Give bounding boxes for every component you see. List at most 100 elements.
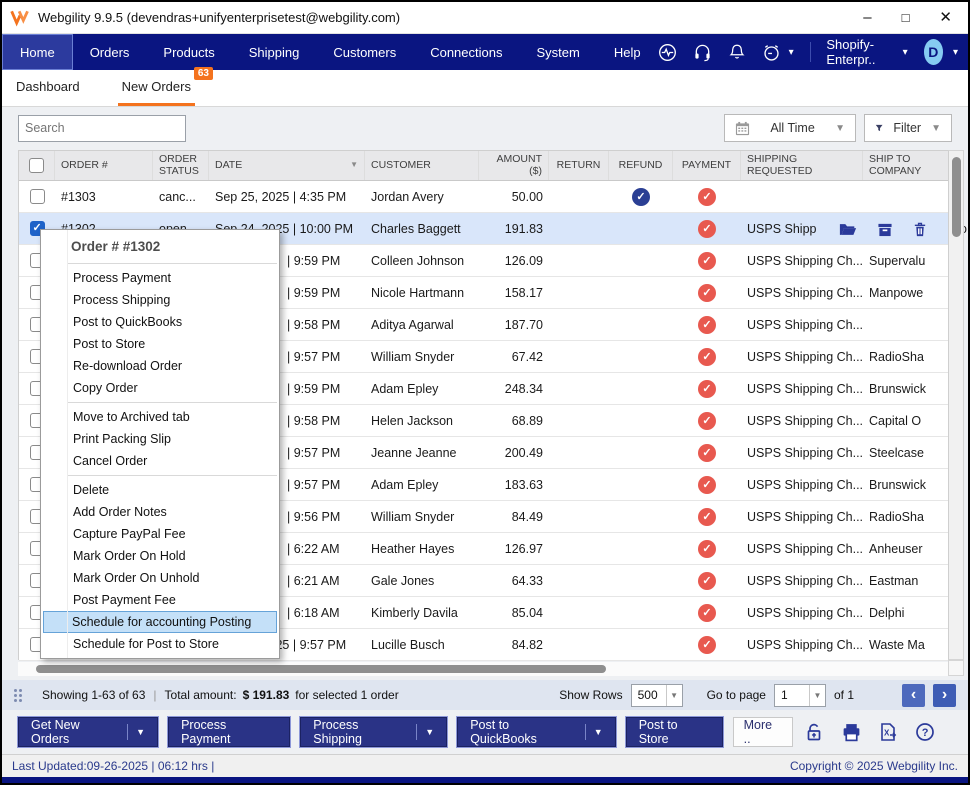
col-ship-to-company[interactable]: SHIP TO COMPANY	[863, 151, 949, 180]
nav-item-customers[interactable]: Customers	[316, 34, 413, 70]
archive-icon[interactable]	[877, 222, 893, 237]
return-cell	[549, 213, 609, 244]
return-cell	[549, 597, 609, 628]
nav-item-help[interactable]: Help	[597, 34, 658, 70]
context-menu-item[interactable]: Delete	[43, 479, 277, 501]
export-excel-icon[interactable]: X	[877, 721, 899, 743]
activity-icon[interactable]	[658, 42, 677, 62]
close-button[interactable]: ✕	[939, 10, 952, 25]
vertical-scrollbar-thumb[interactable]	[952, 157, 961, 237]
next-page-button[interactable]: ›	[933, 684, 956, 707]
payment-check-icon: ✓	[698, 220, 716, 238]
tab-dashboard[interactable]: Dashboard	[12, 79, 84, 106]
payment-check-icon: ✓	[698, 444, 716, 462]
refund-cell	[609, 469, 673, 500]
get-new-orders-button[interactable]: Get New Orders▼	[18, 717, 158, 747]
button-caret-icon[interactable]: ▼	[425, 727, 434, 737]
scheduler-caret-icon[interactable]: ▾	[789, 47, 794, 58]
maximize-button[interactable]: □	[902, 11, 910, 24]
context-menu-item[interactable]: Post to QuickBooks	[43, 311, 277, 333]
nav-item-home[interactable]: Home	[2, 34, 73, 70]
store-selector[interactable]: Shopify-Enterpr.. ▾	[826, 37, 907, 67]
col-amount[interactable]: AMOUNT ($)	[479, 151, 549, 180]
tab-new-orders[interactable]: New Orders 63	[118, 79, 195, 106]
process-payment-button[interactable]: Process Payment	[168, 717, 290, 747]
goto-page-select[interactable]: 1 ▼	[774, 684, 826, 707]
context-menu-item[interactable]: Mark Order On Hold	[43, 545, 277, 567]
horizontal-scrollbar[interactable]	[18, 662, 948, 676]
more-button[interactable]: More ..	[733, 717, 793, 747]
scheduler-alarm-icon[interactable]	[762, 42, 781, 62]
row-checkbox[interactable]	[30, 189, 45, 204]
support-headset-icon[interactable]	[693, 42, 712, 62]
minimize-button[interactable]: –	[863, 10, 871, 25]
amount-cell: 84.82	[479, 629, 549, 660]
context-menu-item[interactable]: Cancel Order	[43, 450, 277, 472]
print-icon[interactable]	[840, 721, 862, 743]
button-caret-icon[interactable]: ▼	[136, 727, 145, 737]
show-rows-value: 500	[632, 688, 666, 702]
post-to-store-button[interactable]: Post to Store	[626, 717, 723, 747]
notifications-bell-icon[interactable]	[728, 42, 746, 62]
context-menu-item[interactable]: Post Payment Fee	[43, 589, 277, 611]
context-menu-item[interactable]: Re-download Order	[43, 355, 277, 377]
horizontal-scrollbar-thumb[interactable]	[36, 665, 606, 673]
table-row[interactable]: #1303canc...Sep 25, 2025 | 4:35 PMJordan…	[19, 181, 963, 213]
filter-dropdown[interactable]: Filter ▼	[864, 114, 952, 142]
context-menu-item[interactable]: Post to Store	[43, 333, 277, 355]
nav-item-products[interactable]: Products	[146, 34, 231, 70]
button-divider	[416, 724, 417, 740]
nav-item-orders[interactable]: Orders	[73, 34, 147, 70]
payment-cell: ✓	[673, 245, 741, 276]
nav-item-shipping[interactable]: Shipping	[232, 34, 317, 70]
col-order-status[interactable]: ORDER STATUS	[153, 151, 209, 180]
customer-cell: Heather Hayes	[365, 533, 479, 564]
context-menu-item[interactable]: Schedule for Post to Store	[43, 633, 277, 655]
showing-count: Showing 1-63 of 63	[42, 688, 145, 702]
search-box[interactable]	[18, 115, 186, 142]
col-customer[interactable]: CUSTOMER	[365, 151, 479, 180]
refund-cell	[609, 277, 673, 308]
col-shipping-requested[interactable]: SHIPPING REQUESTED	[741, 151, 863, 180]
nav-item-connections[interactable]: Connections	[413, 34, 519, 70]
context-menu-item[interactable]: Print Packing Slip	[43, 428, 277, 450]
show-rows-select[interactable]: 500 ▼	[631, 684, 683, 707]
total-amount-suffix: for selected 1 order	[295, 688, 398, 702]
process-shipping-button[interactable]: Process Shipping▼	[300, 717, 447, 747]
vertical-scrollbar[interactable]	[948, 150, 964, 660]
user-menu-caret-icon[interactable]: ▾	[953, 47, 958, 58]
help-icon[interactable]: ?	[914, 721, 936, 743]
open-folder-icon[interactable]	[839, 222, 857, 237]
post-to-quickbooks-button[interactable]: Post to QuickBooks▼	[457, 717, 616, 747]
user-avatar[interactable]: D	[924, 39, 943, 65]
context-menu-item[interactable]: Move to Archived tab	[43, 406, 277, 428]
app-window: Webgility 9.9.5 (devendras+unifyenterpri…	[0, 0, 970, 785]
ship-to-company-cell: Delphi	[863, 597, 949, 628]
col-return[interactable]: RETURN	[549, 151, 609, 180]
ship-to-company-cell: RadioSha	[863, 341, 949, 372]
context-menu-item[interactable]: Mark Order On Unhold	[43, 567, 277, 589]
date-range-dropdown[interactable]: All Time ▼	[724, 114, 856, 142]
delete-icon[interactable]	[913, 222, 927, 237]
search-input[interactable]	[25, 121, 186, 135]
unlock-icon[interactable]	[803, 721, 825, 743]
prev-page-button[interactable]: ‹	[902, 684, 925, 707]
context-menu-item[interactable]: Copy Order	[43, 377, 277, 399]
context-menu-item[interactable]: Process Shipping	[43, 289, 277, 311]
nav-item-system[interactable]: System	[519, 34, 596, 70]
col-order[interactable]: ORDER #	[55, 151, 153, 180]
col-payment[interactable]: PAYMENT	[673, 151, 741, 180]
col-refund[interactable]: REFUND	[609, 151, 673, 180]
return-cell	[549, 373, 609, 404]
customer-cell: Jordan Avery	[365, 181, 479, 212]
button-caret-icon[interactable]: ▼	[594, 727, 603, 737]
sort-desc-icon: ▼	[350, 161, 358, 170]
context-menu-item[interactable]: Add Order Notes	[43, 501, 277, 523]
drag-grip-icon[interactable]	[14, 689, 22, 702]
select-all-checkbox[interactable]	[29, 158, 44, 173]
context-menu-item[interactable]: Process Payment	[43, 267, 277, 289]
context-menu-item[interactable]: Capture PayPal Fee	[43, 523, 277, 545]
context-menu-item[interactable]: Schedule for accounting Posting	[43, 611, 277, 633]
col-date[interactable]: DATE ▼	[209, 151, 365, 180]
ship-to-company-cell: Brunswick	[863, 373, 949, 404]
